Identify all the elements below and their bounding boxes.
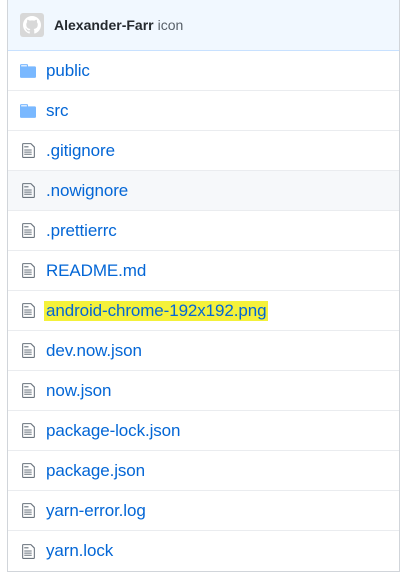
file-link[interactable]: package-lock.json <box>46 421 180 441</box>
file-link[interactable]: now.json <box>46 381 111 401</box>
file-row[interactable]: .gitignore <box>8 131 399 171</box>
github-avatar-icon <box>23 16 41 34</box>
file-row[interactable]: android-chrome-192x192.png <box>8 291 399 331</box>
file-icon <box>20 381 36 401</box>
file-icon <box>20 541 36 561</box>
file-icon <box>20 461 36 481</box>
file-icon <box>20 421 36 441</box>
file-browser: Alexander-Farr icon public src .gitignore.… <box>7 0 400 572</box>
file-row[interactable]: public <box>8 51 399 91</box>
file-link[interactable]: .prettierrc <box>46 221 117 241</box>
file-row[interactable]: dev.now.json <box>8 331 399 371</box>
file-row[interactable]: yarn.lock <box>8 531 399 571</box>
commit-author[interactable]: Alexander-Farr <box>54 17 154 33</box>
file-row[interactable]: package-lock.json <box>8 411 399 451</box>
file-row[interactable]: package.json <box>8 451 399 491</box>
file-icon <box>20 181 36 201</box>
folder-icon <box>20 61 36 81</box>
file-row[interactable]: src <box>8 91 399 131</box>
folder-icon <box>20 101 36 121</box>
file-icon <box>20 341 36 361</box>
file-row[interactable]: .prettierrc <box>8 211 399 251</box>
file-row[interactable]: now.json <box>8 371 399 411</box>
commit-message[interactable]: icon <box>158 17 184 33</box>
directory-link[interactable]: src <box>46 101 68 121</box>
file-link[interactable]: .nowignore <box>46 181 128 201</box>
file-row[interactable]: README.md <box>8 251 399 291</box>
file-link[interactable]: android-chrome-192x192.png <box>44 300 269 321</box>
file-icon <box>20 501 36 521</box>
file-icon <box>20 141 36 161</box>
directory-link[interactable]: public <box>46 61 90 81</box>
file-link[interactable]: README.md <box>46 261 146 281</box>
file-row[interactable]: .nowignore <box>8 171 399 211</box>
file-link[interactable]: yarn.lock <box>46 541 113 561</box>
file-row[interactable]: yarn-error.log <box>8 491 399 531</box>
latest-commit-bar: Alexander-Farr icon <box>8 0 399 51</box>
file-icon <box>20 301 36 321</box>
file-list: public src .gitignore .nowignore .prettierrc… <box>8 51 399 571</box>
avatar[interactable] <box>20 13 44 37</box>
file-icon <box>20 221 36 241</box>
file-link[interactable]: package.json <box>46 461 145 481</box>
file-icon <box>20 261 36 281</box>
file-link[interactable]: yarn-error.log <box>46 501 146 521</box>
file-link[interactable]: dev.now.json <box>46 341 142 361</box>
file-link[interactable]: .gitignore <box>46 141 115 161</box>
